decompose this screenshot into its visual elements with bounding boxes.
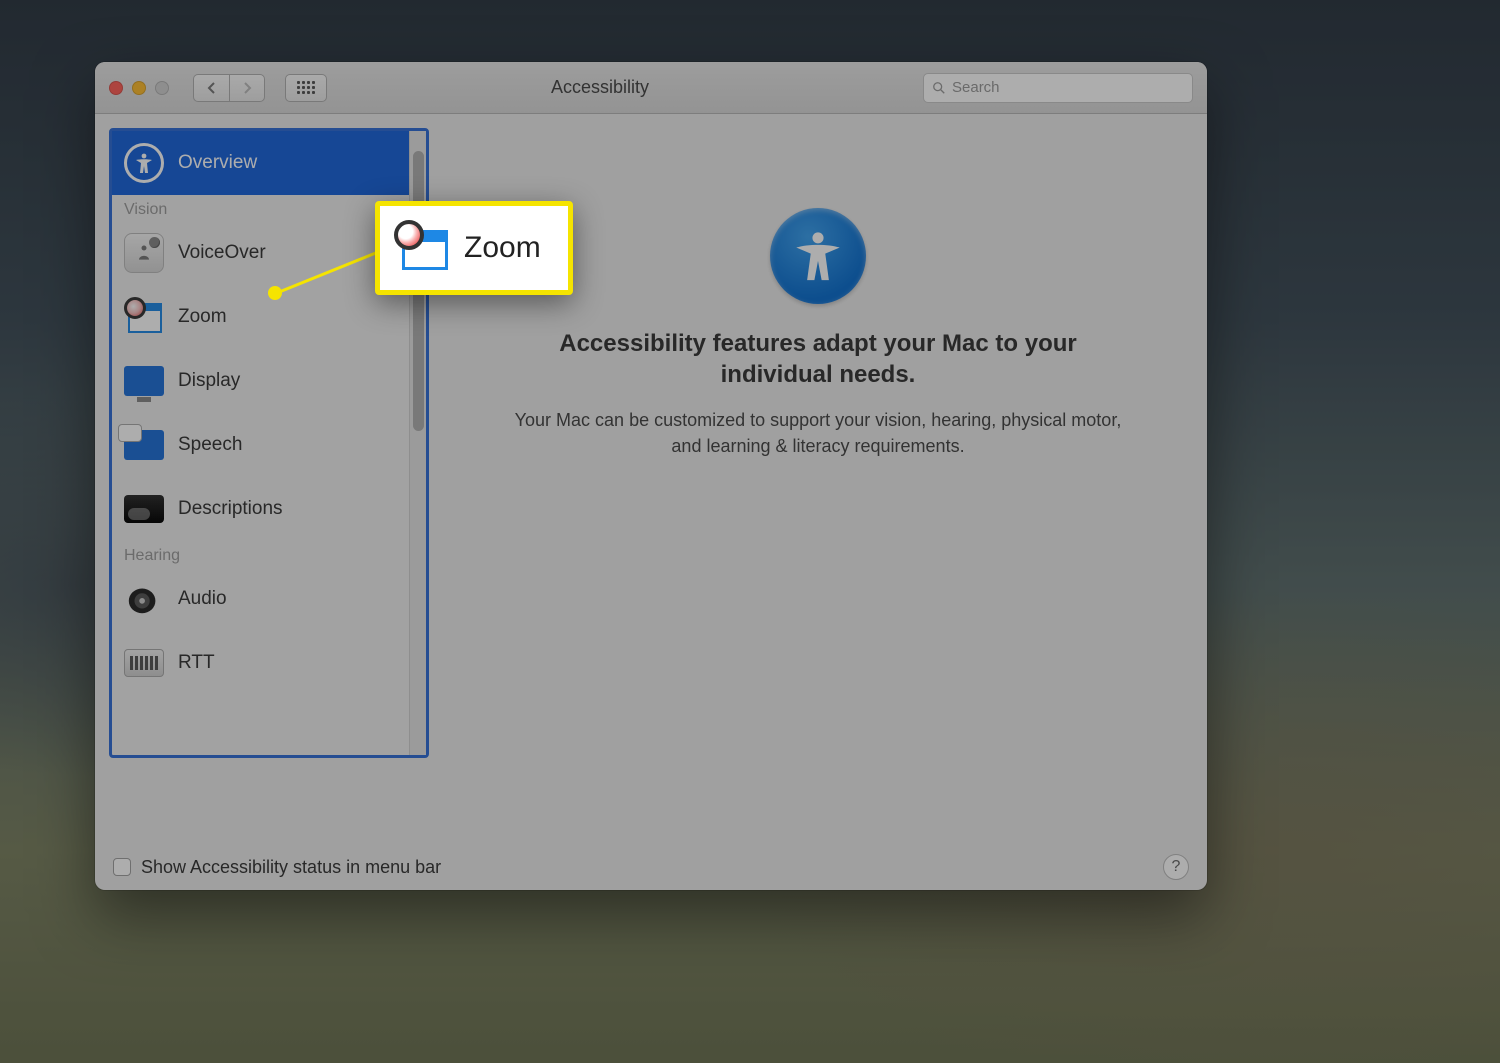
screenshot-dim-overlay [0, 0, 1500, 1063]
callout-label: Zoom [464, 231, 541, 265]
zoom-icon [394, 220, 450, 276]
callout-box: Zoom [375, 201, 573, 295]
desktop-background: Accessibility Search Overview [0, 0, 1500, 1063]
callout-anchor-dot [268, 286, 282, 300]
